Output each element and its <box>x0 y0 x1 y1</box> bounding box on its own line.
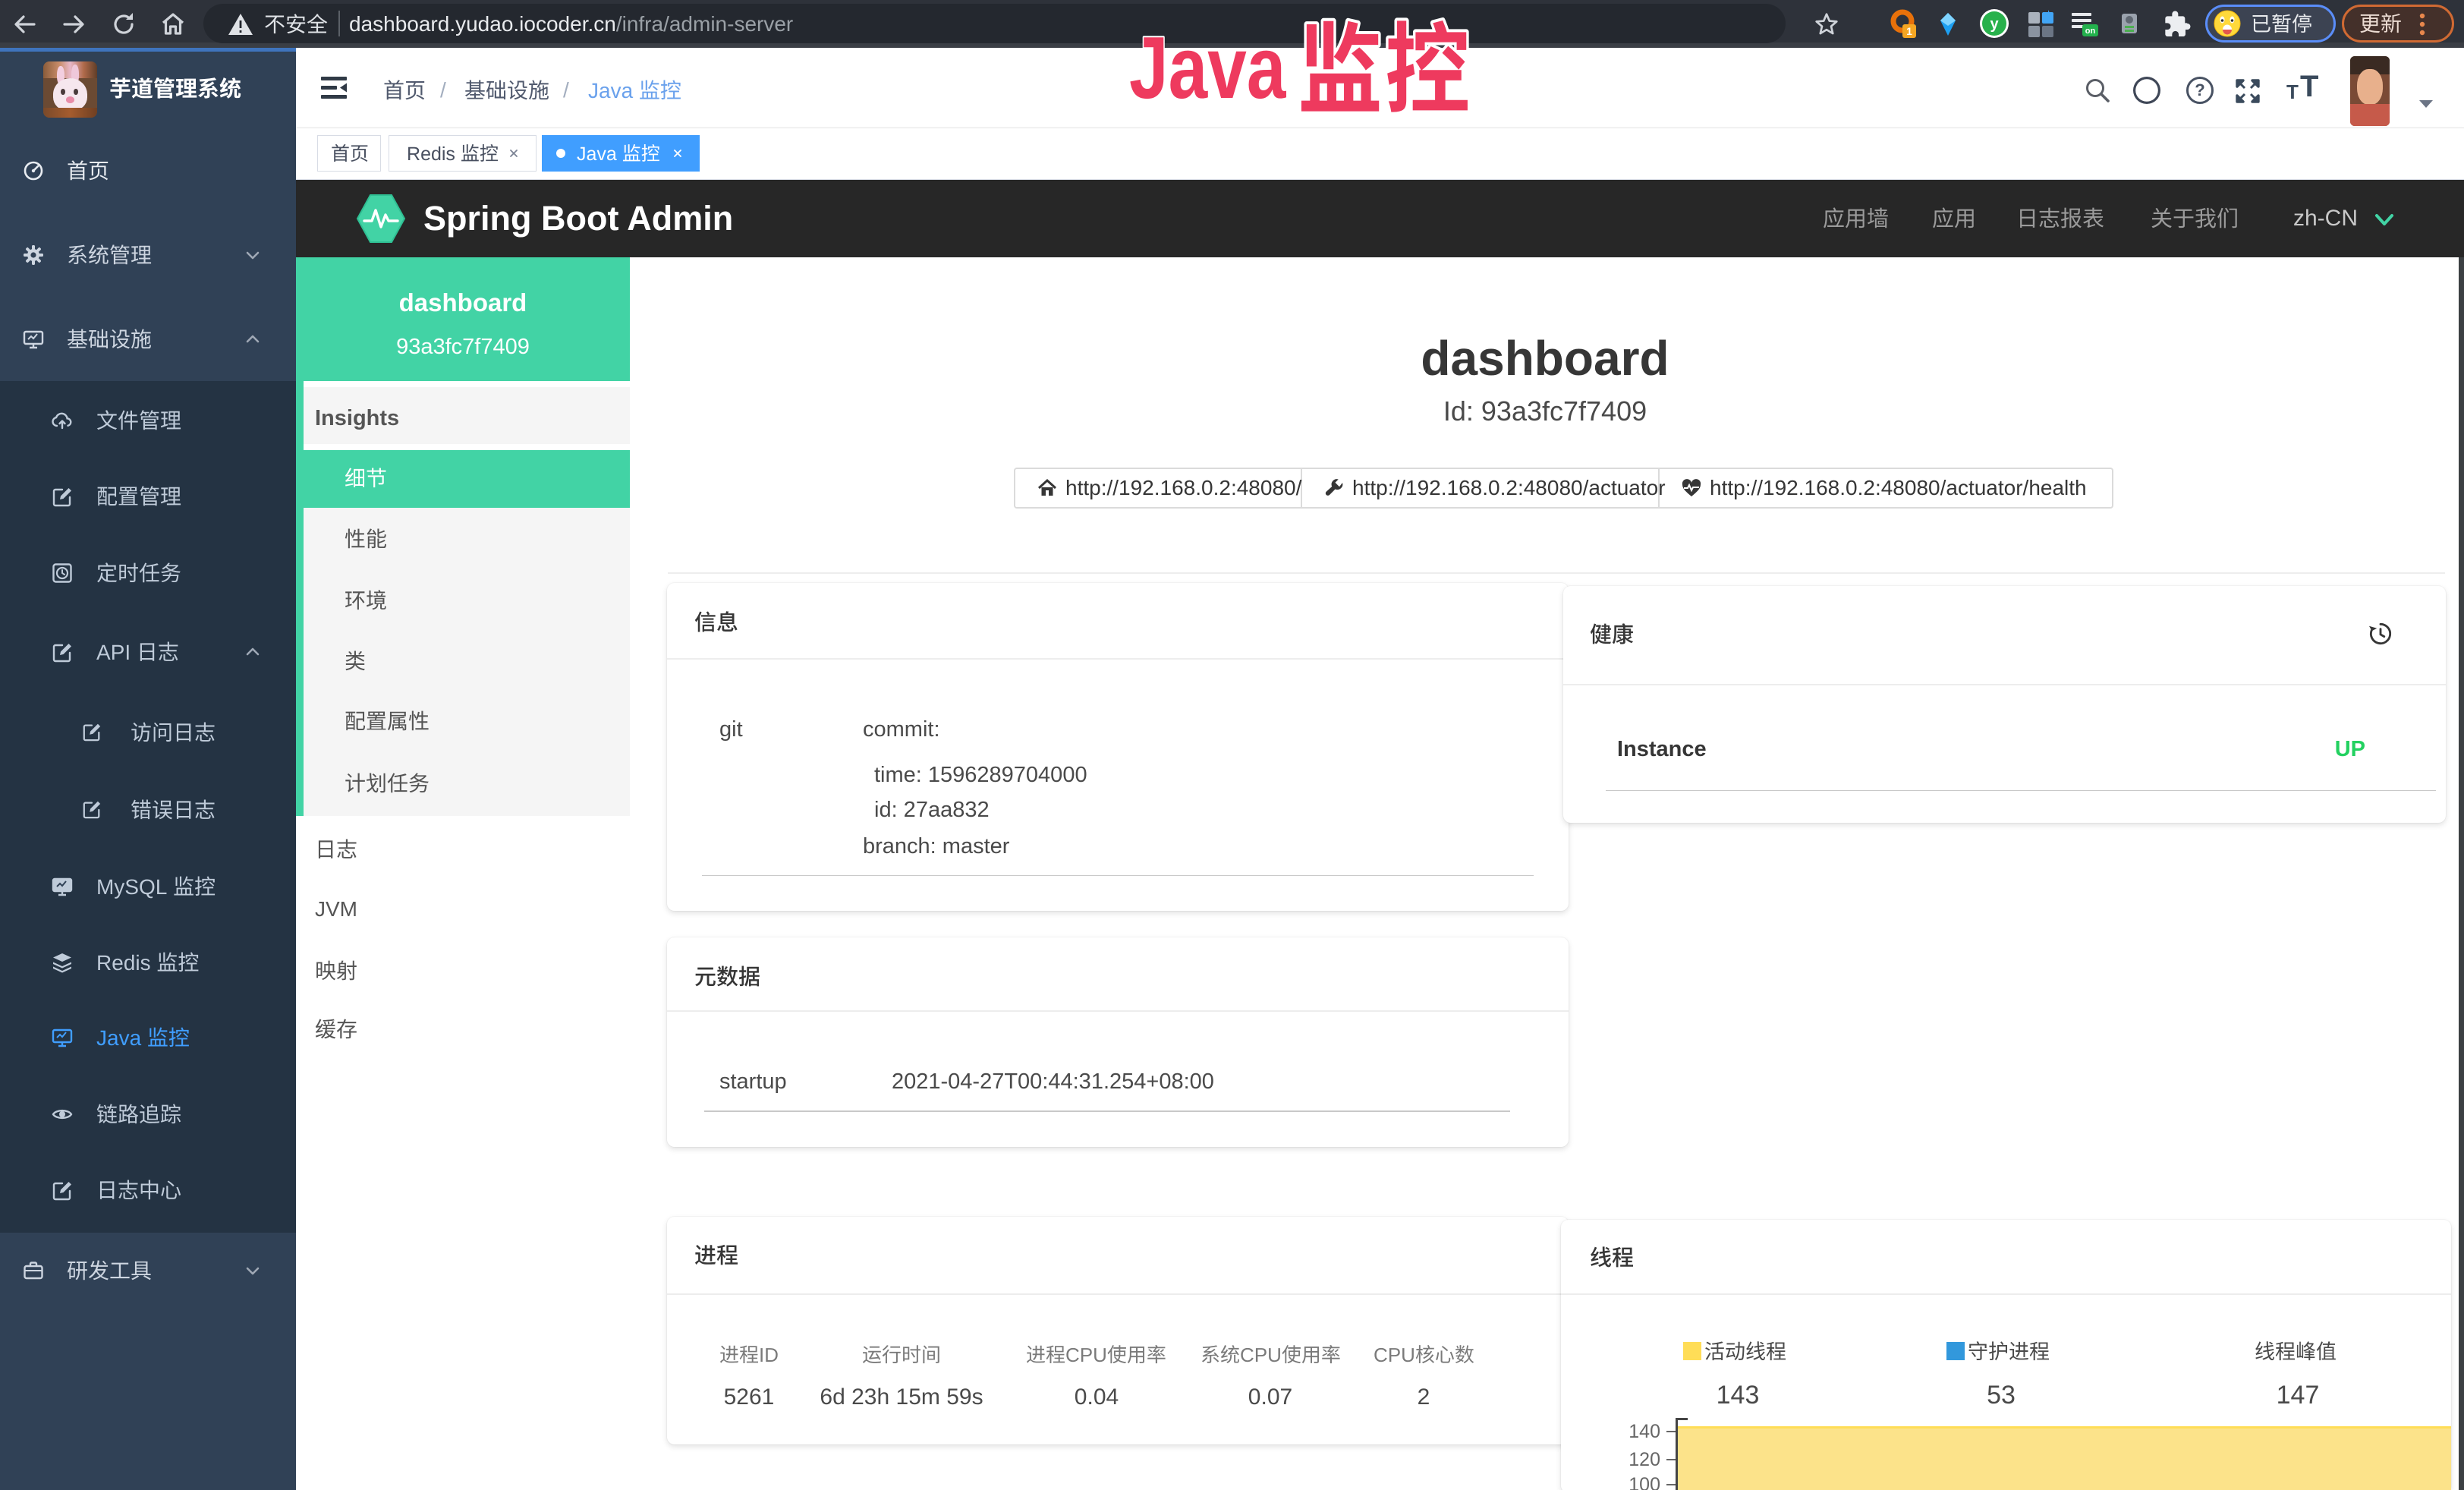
svg-text:on: on <box>2085 27 2096 36</box>
svg-text:1: 1 <box>1906 25 1912 37</box>
svg-text:y: y <box>1990 16 1999 33</box>
svg-text:?: ? <box>2195 80 2204 99</box>
